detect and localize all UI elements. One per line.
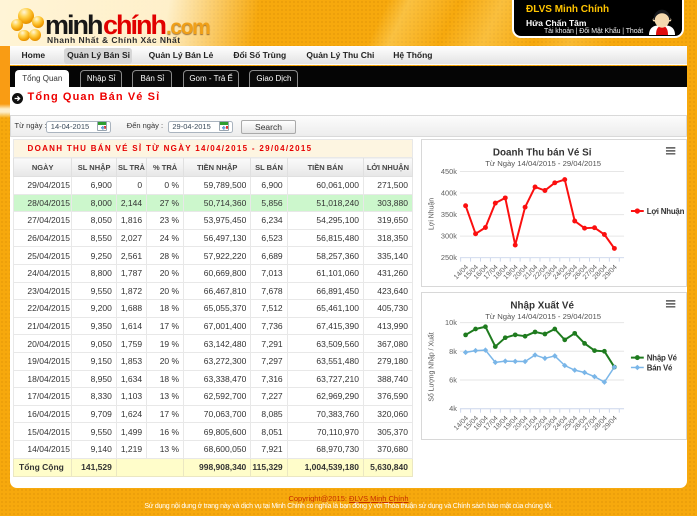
svg-text:300k: 300k bbox=[441, 232, 457, 241]
svg-text:Số Lượng Nhập / Xuất: Số Lượng Nhập / Xuất bbox=[427, 332, 436, 401]
svg-text:Doanh Thu bán Vé Sỉ: Doanh Thu bán Vé Sỉ bbox=[493, 147, 592, 158]
svg-text:Lợi Nhuận: Lợi Nhuận bbox=[429, 198, 436, 230]
svg-text:Từ Ngày 14/04/2015 - 29/04/201: Từ Ngày 14/04/2015 - 29/04/2015 bbox=[485, 312, 601, 321]
svg-text:350k: 350k bbox=[441, 210, 457, 219]
svg-text:Bán Vé: Bán Vé bbox=[647, 363, 673, 372]
svg-text:400k: 400k bbox=[441, 188, 457, 197]
svg-text:Từ Ngày 14/04/2015 - 29/04/201: Từ Ngày 14/04/2015 - 29/04/2015 bbox=[485, 159, 601, 168]
svg-text:6k: 6k bbox=[449, 375, 457, 384]
svg-text:8k: 8k bbox=[449, 347, 457, 356]
svg-text:10k: 10k bbox=[445, 318, 457, 327]
svg-text:450k: 450k bbox=[441, 167, 457, 176]
svg-text:Lợi Nhuận: Lợi Nhuận bbox=[647, 207, 685, 216]
svg-text:250k: 250k bbox=[441, 253, 457, 262]
svg-text:Nhập Vé: Nhập Vé bbox=[647, 354, 678, 363]
svg-text:4k: 4k bbox=[449, 404, 457, 413]
svg-text:Nhập Xuất Vé: Nhập Xuất Vé bbox=[510, 300, 574, 311]
